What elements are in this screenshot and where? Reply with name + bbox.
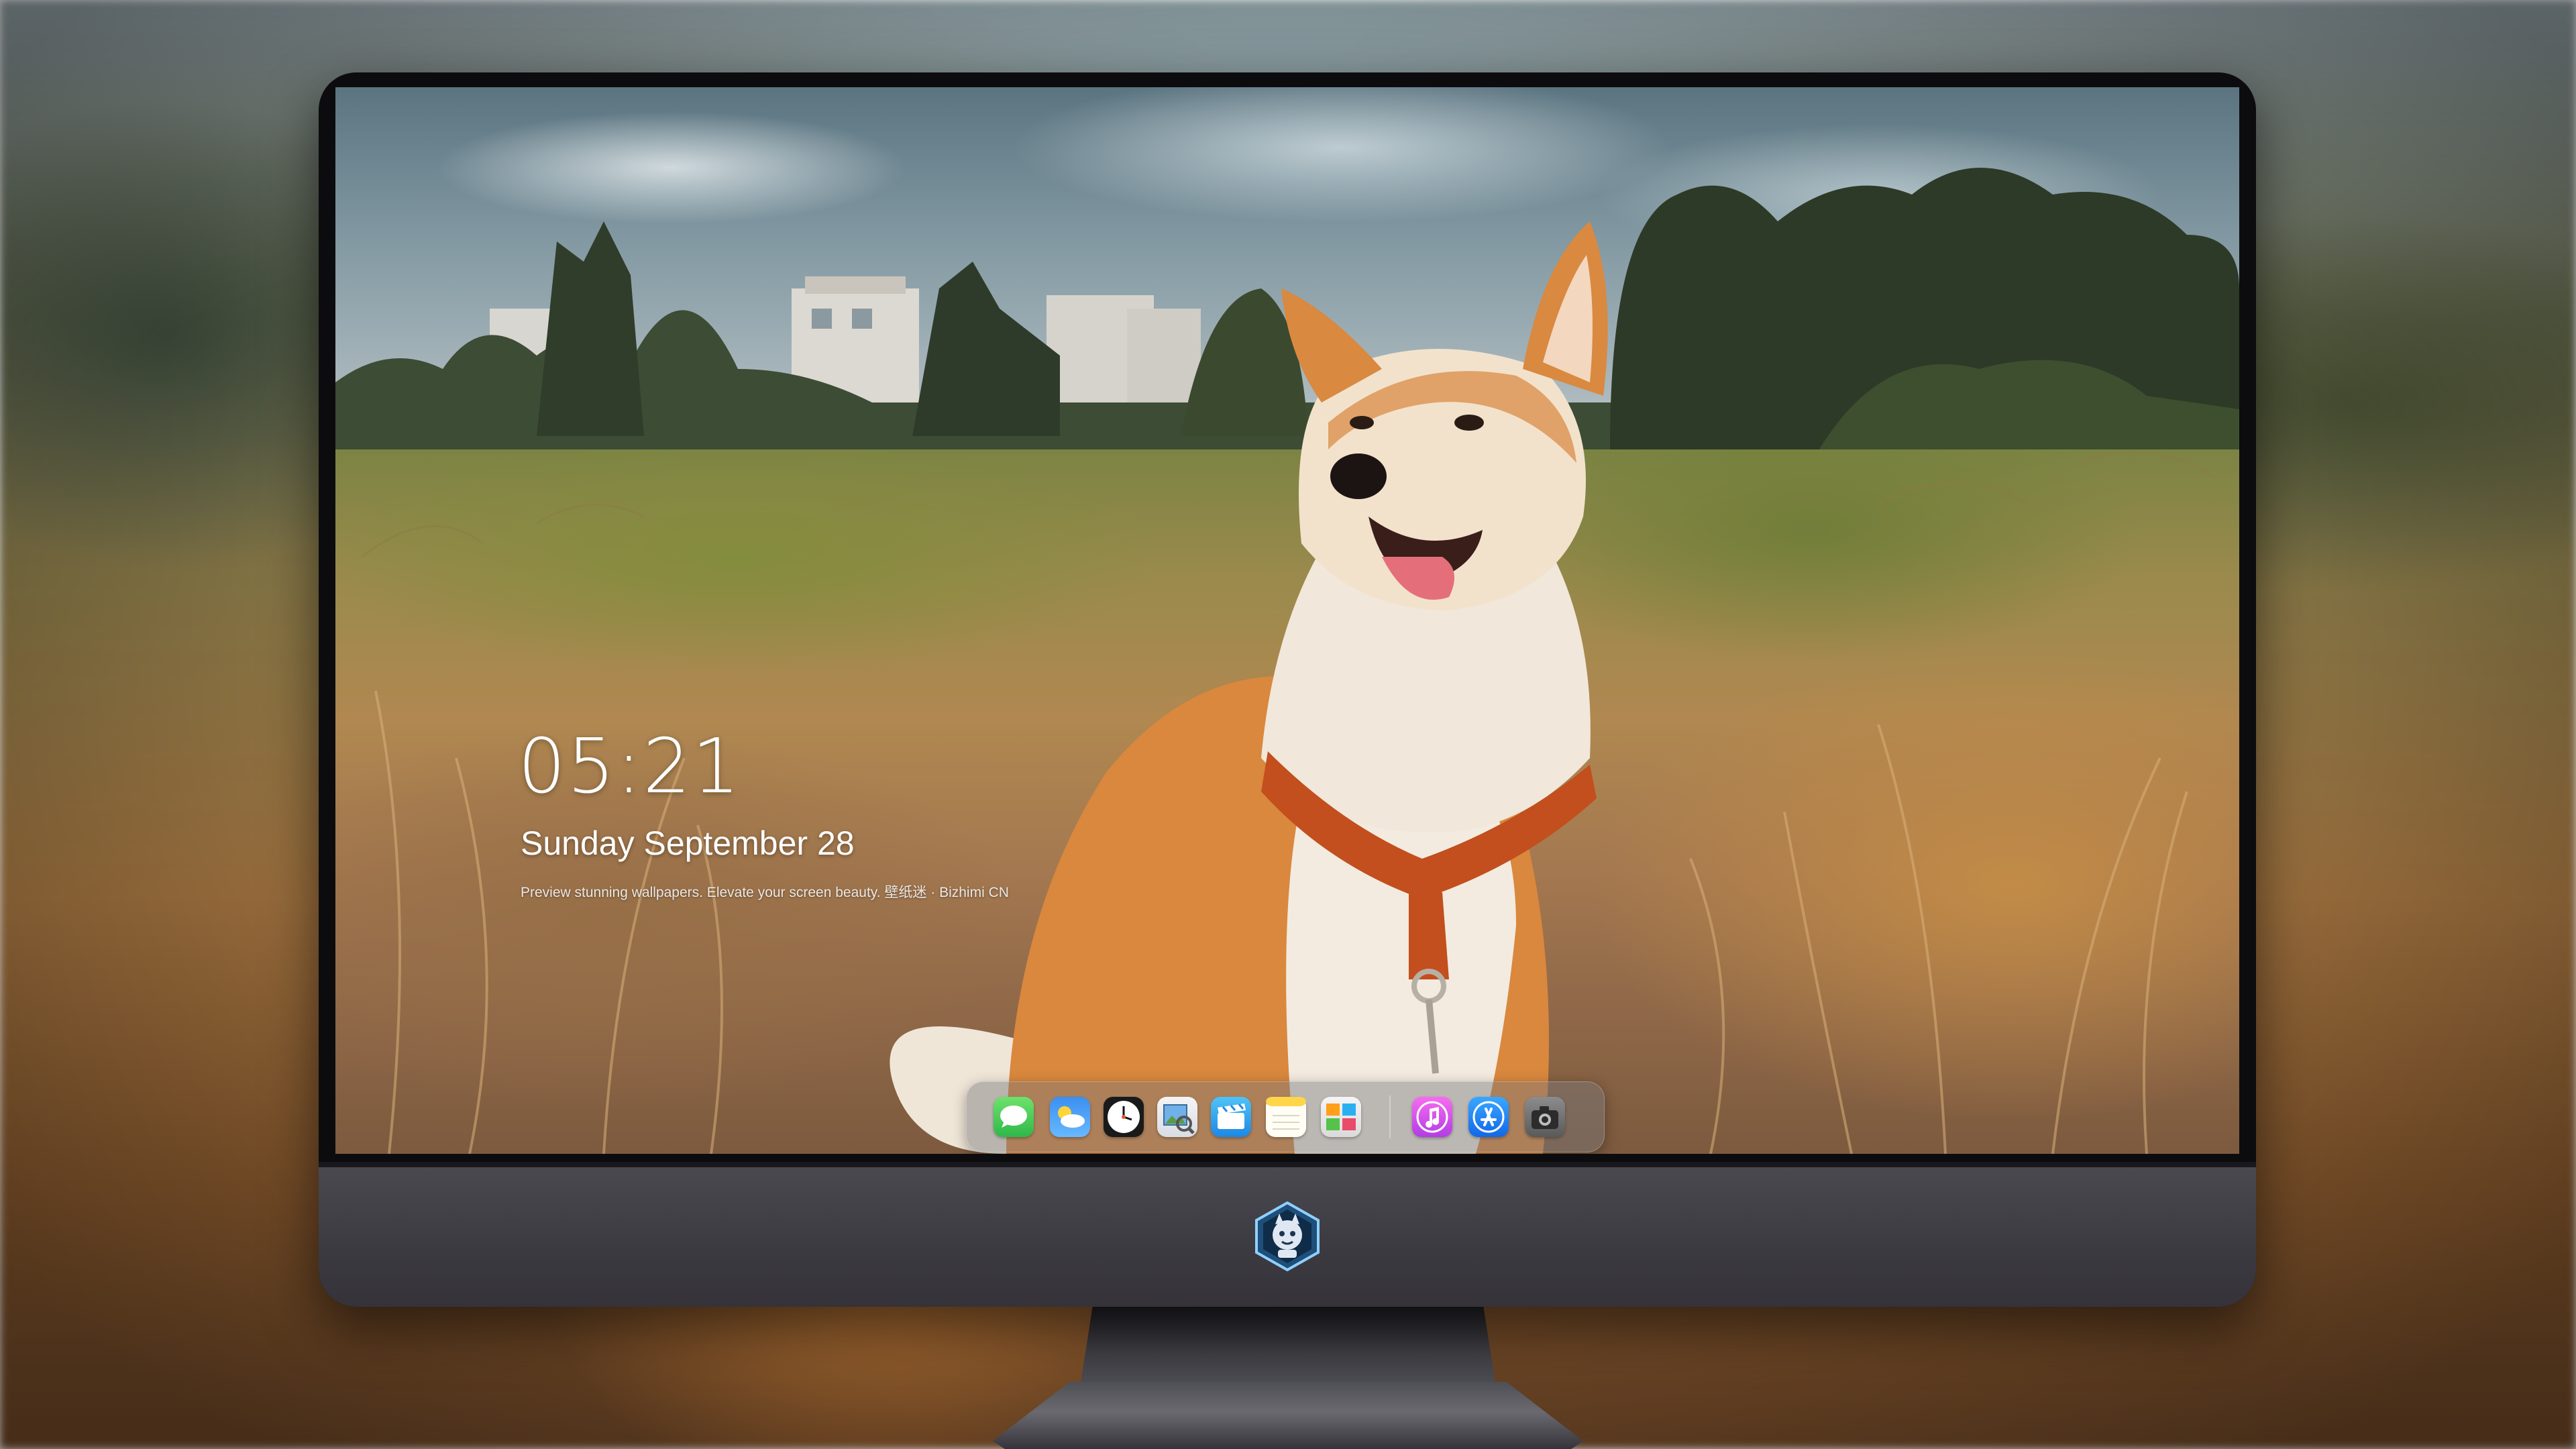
clips-icon[interactable] <box>1211 1097 1251 1137</box>
messages-icon[interactable] <box>994 1097 1034 1137</box>
dock <box>966 1081 1605 1152</box>
lock-screen-date: Sunday September 28 <box>521 824 855 862</box>
app-store-icon[interactable] <box>1468 1097 1509 1137</box>
clock-icon[interactable] <box>1104 1097 1144 1137</box>
weather-icon[interactable] <box>1050 1097 1090 1137</box>
lock-screen-time: 05:21 <box>518 723 741 810</box>
preview-icon[interactable] <box>1157 1097 1197 1137</box>
wallpaper-dog <box>890 221 1608 1154</box>
notes-icon[interactable] <box>1266 1097 1306 1137</box>
camera-icon[interactable] <box>1525 1097 1565 1137</box>
wallpaper-caption: Preview stunning wallpapers. Elevate you… <box>521 885 1009 900</box>
itunes-icon[interactable] <box>1412 1097 1452 1137</box>
monitor-stand-base <box>993 1382 1583 1449</box>
monitor-stand-neck <box>1080 1307 1496 1387</box>
dock-separator <box>1389 1095 1391 1138</box>
photo-booth-icon[interactable] <box>1321 1097 1361 1137</box>
lock-screen: 05:21 Sunday September 28 Preview stunni… <box>335 87 2239 1154</box>
brand-logo <box>1252 1201 1322 1272</box>
